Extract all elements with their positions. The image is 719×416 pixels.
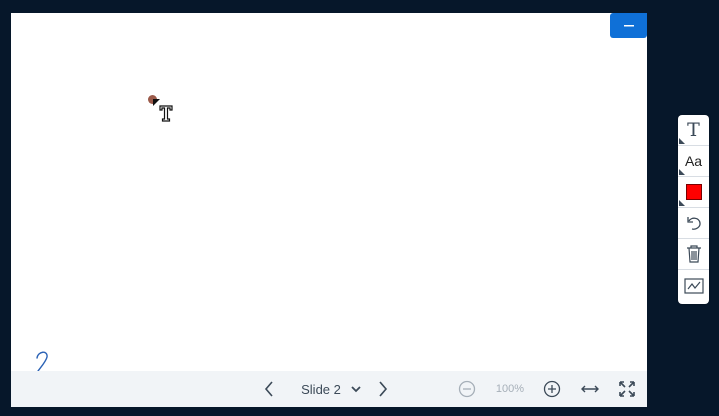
fit-width-icon xyxy=(581,385,599,393)
text-cursor-icon xyxy=(153,99,173,122)
chevron-left-icon xyxy=(264,381,273,397)
submenu-corner-icon xyxy=(679,169,685,175)
chevron-down-icon xyxy=(351,385,361,392)
text-tool-icon: T xyxy=(687,119,700,141)
fullscreen-button[interactable] xyxy=(616,371,638,407)
minus-icon xyxy=(623,24,634,26)
minimize-presentation-button[interactable] xyxy=(610,13,647,38)
zoom-out-button[interactable] xyxy=(456,371,478,407)
submenu-corner-icon xyxy=(679,200,685,206)
submenu-corner-icon xyxy=(679,138,685,144)
chevron-right-icon xyxy=(379,381,388,397)
color-picker-button[interactable] xyxy=(678,177,709,208)
undo-button[interactable] xyxy=(678,208,709,239)
text-tool-button[interactable]: T xyxy=(678,115,709,146)
zoom-in-icon xyxy=(543,380,561,398)
whiteboard-icon xyxy=(683,277,704,294)
slide-select[interactable]: Slide 2 xyxy=(289,371,373,407)
fit-to-width-button[interactable] xyxy=(577,371,603,407)
previous-slide-button[interactable] xyxy=(259,371,279,407)
next-slide-button[interactable] xyxy=(373,371,393,407)
whiteboard-toolbar: T Aa xyxy=(678,115,709,304)
trash-icon xyxy=(686,245,701,263)
slide-select-label: Slide 2 xyxy=(301,381,341,397)
undo-icon xyxy=(686,217,701,230)
color-picker-icon xyxy=(685,184,702,200)
zoom-level: 100% xyxy=(495,383,525,395)
font-size-button[interactable]: Aa xyxy=(678,146,709,177)
presentation-toolbar: Slide 2 100% xyxy=(11,371,647,407)
zoom-out-icon xyxy=(458,380,476,398)
multi-user-whiteboard-button[interactable] xyxy=(678,270,709,301)
fullscreen-icon xyxy=(619,381,635,397)
slide-canvas[interactable] xyxy=(11,13,647,375)
zoom-in-button[interactable] xyxy=(541,371,563,407)
clear-all-button[interactable] xyxy=(678,239,709,270)
font-size-icon: Aa xyxy=(684,153,703,169)
